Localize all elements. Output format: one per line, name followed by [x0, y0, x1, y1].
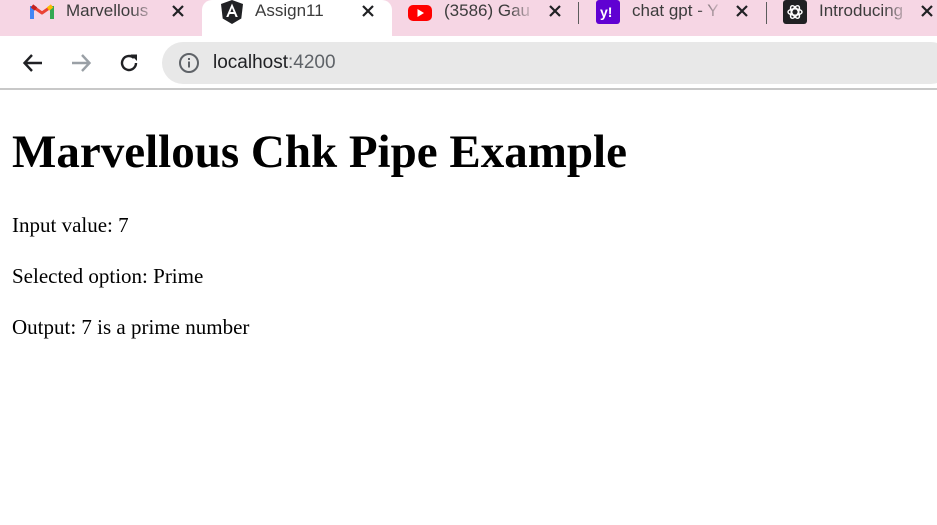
close-icon[interactable] [545, 1, 565, 21]
reload-button[interactable] [114, 48, 144, 78]
tab-title: Assign11 [255, 1, 324, 20]
info-icon[interactable] [178, 52, 200, 74]
browser-toolbar: localhost:4200 [0, 36, 937, 90]
angular-icon [220, 0, 244, 24]
tab-separator [578, 2, 579, 24]
tab-title: (3586) Gau [444, 1, 530, 20]
tab-introducing[interactable]: Introducing [783, 0, 937, 36]
reload-icon [120, 54, 138, 72]
address-bar[interactable]: localhost:4200 [162, 42, 937, 84]
input-value-text: Input value: 7 [12, 213, 129, 237]
page-title: Marvellous Chk Pipe Example [12, 126, 627, 178]
tab-assign11[interactable]: Assign11 [202, 0, 392, 36]
tab-chat-gpt[interactable]: y! chat gpt - Y [596, 0, 756, 36]
url-port: :4200 [288, 52, 336, 73]
tab-youtube[interactable]: (3586) Gau [408, 0, 568, 36]
svg-text:y!: y! [600, 4, 612, 20]
close-icon[interactable] [358, 1, 378, 21]
forward-button[interactable] [66, 48, 96, 78]
arrow-left-icon [22, 54, 42, 72]
tab-marvellous[interactable]: Marvellous [30, 0, 190, 36]
tab-separator [766, 2, 767, 24]
youtube-icon [408, 1, 432, 25]
tab-title: Introducing [819, 1, 904, 20]
openai-icon [783, 0, 807, 24]
selected-option-text: Selected option: Prime [12, 264, 204, 288]
tab-title: Marvellous [66, 1, 149, 20]
back-button[interactable] [18, 48, 48, 78]
arrow-right-icon [72, 54, 92, 72]
yahoo-icon: y! [596, 0, 620, 24]
url-text[interactable]: localhost:4200 [213, 42, 336, 84]
close-icon[interactable] [917, 1, 937, 21]
close-icon[interactable] [732, 1, 752, 21]
tab-title: chat gpt - Y [632, 1, 719, 20]
url-host: localhost [213, 52, 288, 73]
close-icon[interactable] [168, 1, 188, 21]
tab-strip: Marvellous Assign11 (3586) Gau y! chat g… [0, 0, 937, 36]
gmail-icon [30, 0, 54, 24]
output-text: Output: 7 is a prime number [12, 315, 250, 339]
